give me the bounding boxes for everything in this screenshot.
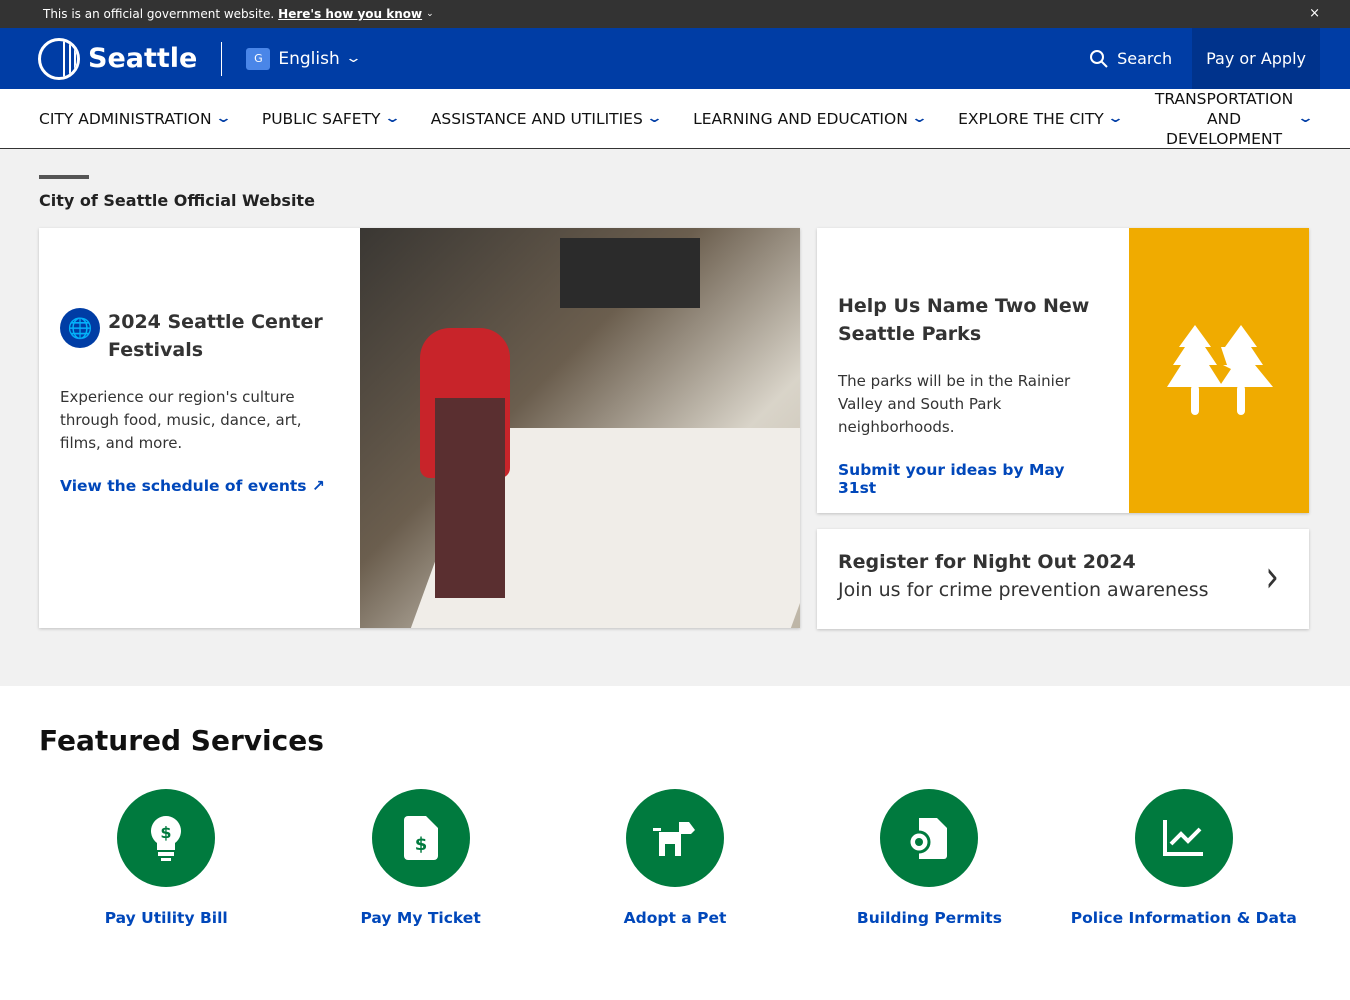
chevron-down-icon: ⌄ [910,111,928,126]
submit-ideas-link[interactable]: Submit your ideas by May 31st [838,461,1108,497]
divider [221,41,223,76]
chevron-down-icon: ⌄ [1106,111,1124,126]
service-label: Building Permits [856,909,1002,927]
translate-icon: G [246,47,271,70]
view-schedule-link[interactable]: View the schedule of events ↗ [60,477,339,495]
service-pay-utility-bill[interactable]: $ Pay Utility Bill [39,789,293,927]
title-accent-bar [39,175,89,179]
chevron-down-icon: ⌄ [214,111,232,126]
service-label: Police Information & Data [1070,909,1297,927]
chevron-down-icon: ⌄ [344,51,362,66]
service-label: Adopt a Pet [623,909,727,927]
banner-text: This is an official government website. [43,7,275,21]
nav-label: Learning and Education [693,109,908,128]
chevron-down-icon: ⌄ [1296,111,1315,126]
card-text: The parks will be in the Rainier Valley … [838,372,1071,436]
chevron-right-icon: › [1265,551,1279,603]
close-banner-button[interactable]: × [1309,6,1320,21]
festival-photo [360,228,800,628]
card-title: 2024 Seattle Center Festivals [108,311,323,361]
card-title: Help Us Name Two New Seattle Parks [838,295,1090,345]
nav-label: City Administration [39,109,212,128]
link-label: View the schedule of events [60,477,307,495]
seattle-seal-icon [38,37,80,80]
pay-or-apply-button[interactable]: Pay or Apply [1192,28,1320,89]
pet-icon [626,789,725,887]
svg-text:$: $ [414,834,427,855]
globe-icon: 🌐 [60,308,100,348]
chevron-down-icon: ⌄ [645,111,664,126]
service-label: Pay My Ticket [360,909,481,927]
nav-label: Assistance and Utilities [430,109,643,128]
feature-card-festivals: 🌐 2024 Seattle Center Festivals Experienc… [39,228,800,628]
service-building-permits[interactable]: Building Permits [802,789,1056,927]
heres-how-you-know-link[interactable]: Here's how you know [278,7,422,21]
permit-icon [880,789,979,887]
service-police-data[interactable]: Police Information & Data [1057,789,1311,927]
chevron-down-icon: ⌄ [383,111,401,126]
seattle-logo[interactable]: Seattle [38,37,198,80]
site-header: Seattle G English ⌄ Search Pay or Apply [0,28,1350,89]
language-selector[interactable]: G English ⌄ [246,47,362,70]
main-nav: City Administration ⌄ Public Safety ⌄ Assi… [0,89,1350,149]
card-text: Experience our region's culture through … [60,388,302,452]
external-link-icon: ↗ [311,477,325,495]
official-site-banner: This is an official government website. … [0,0,1350,28]
trees-icon-panel [1129,228,1309,513]
page-subtitle: City of Seattle Official Website [39,191,315,210]
service-label: Pay Utility Bill [104,909,228,927]
chevron-down-icon: ⌄ [426,9,434,19]
document-dollar-icon: $ [371,789,470,887]
nav-assistance-utilities[interactable]: Assistance and Utilities ⌄ [430,109,664,128]
nav-label: Explore the City [958,109,1104,128]
nav-label: Transportation and Development [1154,89,1294,148]
featured-services: Featured Services $ Pay Utility Bill $ Pay… [0,686,1350,1000]
feature-card-parks: Help Us Name Two New Seattle Parks The p… [817,228,1309,513]
nav-explore-city[interactable]: Explore the City ⌄ [958,109,1124,128]
section-title: Featured Services [39,724,324,757]
nav-label: Public Safety [261,109,381,128]
card-title: Register for Night Out 2024 [838,551,1136,573]
language-label: English [278,48,340,69]
logo-text: Seattle [88,43,198,74]
nav-public-safety[interactable]: Public Safety ⌄ [261,109,401,128]
search-label: Search [1117,49,1173,68]
nav-learning-education[interactable]: Learning and Education ⌄ [693,109,928,128]
svg-text:$: $ [161,823,172,842]
service-adopt-a-pet[interactable]: Adopt a Pet [548,789,802,927]
service-pay-my-ticket[interactable]: $ Pay My Ticket [293,789,547,927]
nav-transportation-development[interactable]: Transportation and Development ⌄ [1154,89,1315,149]
chart-line-icon [1134,789,1233,887]
nav-city-administration[interactable]: City Administration ⌄ [39,109,232,128]
card-text: Join us for crime prevention awareness [838,579,1209,601]
lightbulb-dollar-icon: $ [117,789,216,887]
search-button[interactable]: Search [1069,49,1192,69]
trees-icon [1167,324,1273,415]
night-out-card[interactable]: Register for Night Out 2024 Join us for … [817,529,1309,629]
search-icon [1090,49,1108,68]
